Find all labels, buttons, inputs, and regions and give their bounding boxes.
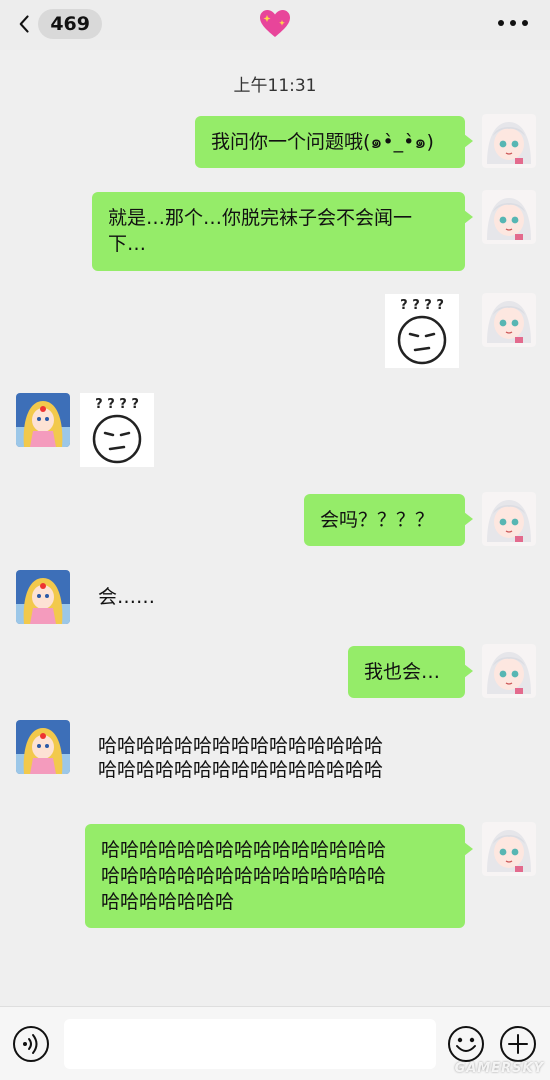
contact-avatar[interactable] [16,570,70,624]
message-text-line: 哈哈哈哈哈哈哈 [101,891,235,913]
message-text: 我也会… [364,661,441,683]
sticker-caption: ? ? ? ? [95,397,139,412]
message-timestamp: 上午11:31 [233,76,317,96]
my-avatar[interactable] [482,822,536,876]
message-text: 会吗？？？？ [320,509,435,531]
contact-avatar[interactable] [16,720,70,774]
watermark: GAMERSKY [454,1061,544,1076]
question-face-sticker[interactable]: ? ? ? ? [385,294,459,368]
chat-area: 上午11:31 我问你一个问题哦(๑•̀_•̀๑) 就是…那个…你脱完袜子会不会… [0,50,550,1006]
chevron-left-icon [19,15,29,33]
incoming-message[interactable]: 哈哈哈哈哈哈哈哈哈哈哈哈哈哈哈 哈哈哈哈哈哈哈哈哈哈哈哈哈哈哈 [98,734,383,782]
message-input[interactable] [64,1019,436,1069]
outgoing-message[interactable]: 就是…那个…你脱完袜子会不会闻一 下… [92,192,473,271]
my-avatar[interactable] [482,644,536,698]
message-text-line: 哈哈哈哈哈哈哈哈哈哈哈哈哈哈哈 [98,735,384,757]
more-dots-icon[interactable] [498,10,528,36]
input-bar: GAMERSKY [0,1006,550,1080]
voice-input-icon[interactable] [12,1025,50,1063]
unread-count-badge: 469 [38,9,102,39]
message-text-line: 哈哈哈哈哈哈哈哈哈哈哈哈哈哈哈 [101,865,387,887]
sticker-caption: ? ? ? ? [400,298,444,313]
contact-avatar[interactable] [16,393,70,447]
sparkling-heart-icon [260,10,290,37]
my-avatar[interactable] [482,114,536,168]
outgoing-message[interactable]: 会吗？？？？ [304,494,473,546]
my-avatar[interactable] [482,293,536,347]
plus-icon[interactable] [499,1025,537,1063]
incoming-message[interactable]: 会…… [98,585,155,609]
outgoing-message[interactable]: 我也会… [348,646,473,698]
emoji-icon[interactable] [447,1025,485,1063]
outgoing-message[interactable]: 我问你一个问题哦(๑•̀_•̀๑) [195,116,473,168]
question-face-sticker[interactable]: ? ? ? ? [80,393,154,467]
message-text-line: 哈哈哈哈哈哈哈哈哈哈哈哈哈哈哈 [98,759,384,781]
outgoing-message[interactable]: 哈哈哈哈哈哈哈哈哈哈哈哈哈哈哈 哈哈哈哈哈哈哈哈哈哈哈哈哈哈哈 哈哈哈哈哈哈哈 [85,824,473,928]
message-text-line: 哈哈哈哈哈哈哈哈哈哈哈哈哈哈哈 [101,839,387,861]
my-avatar[interactable] [482,190,536,244]
top-bar: 469 [0,0,550,50]
message-text-line: 下… [108,233,147,255]
message-text-line: 就是…那个…你脱完袜子会不会闻一 [108,207,413,229]
my-avatar[interactable] [482,492,536,546]
back-button[interactable]: 469 [18,8,102,40]
message-text: 我问你一个问题哦(๑•̀_•̀๑) [211,131,434,153]
